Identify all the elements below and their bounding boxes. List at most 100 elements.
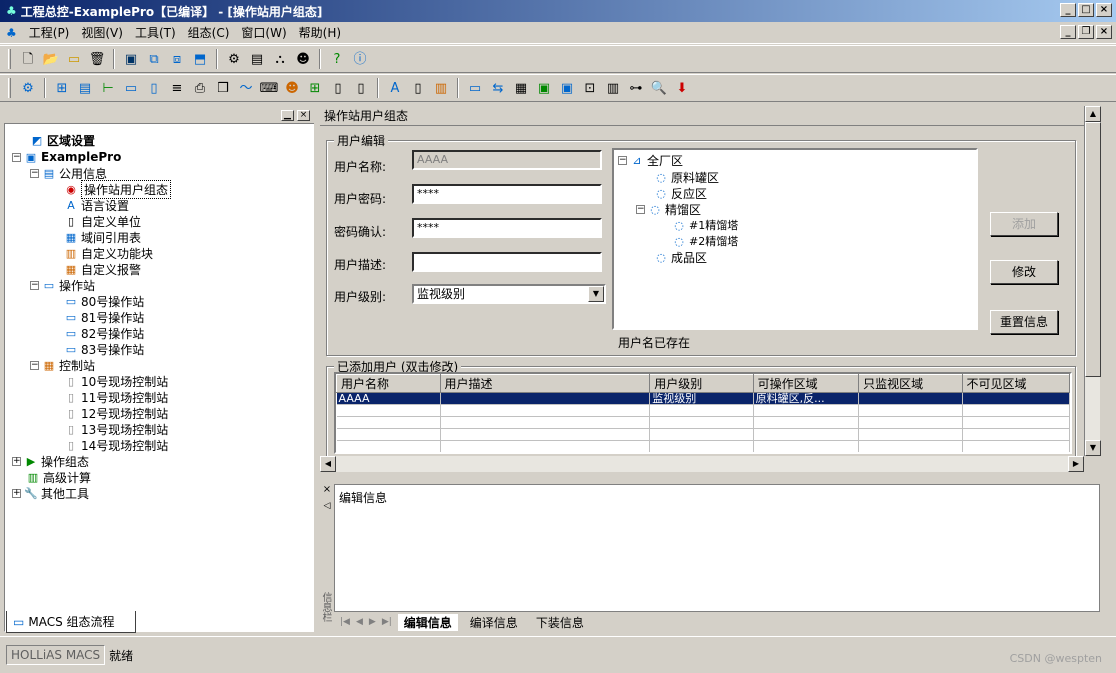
zoom-icon[interactable]: ⊡ bbox=[580, 78, 600, 98]
mdi-close-button[interactable]: × bbox=[1096, 25, 1112, 39]
tab-download-info[interactable]: 下装信息 bbox=[530, 614, 590, 631]
tree-node-op81[interactable]: ▭ 81号操作站 bbox=[64, 309, 144, 325]
menu-view[interactable]: 视图(V) bbox=[75, 23, 129, 43]
table-row[interactable] bbox=[336, 440, 1070, 452]
report-icon[interactable]: ▯ bbox=[351, 78, 371, 98]
tree-node-ctrl[interactable]: − ▦ 控制站 bbox=[30, 357, 95, 373]
col-level[interactable]: 用户级别 bbox=[649, 374, 754, 393]
open-folder-icon[interactable]: 📂 bbox=[41, 49, 61, 69]
users-icon[interactable]: ☻ bbox=[293, 49, 313, 69]
menu-window[interactable]: 窗口(W) bbox=[235, 23, 292, 43]
add-button[interactable]: 添加 bbox=[990, 212, 1058, 236]
tree-node-cs10[interactable]: ▯ 10号现场控制站 bbox=[64, 373, 168, 389]
network-icon[interactable]: ⛬ bbox=[270, 49, 290, 69]
collapse-icon[interactable]: − bbox=[30, 280, 39, 290]
collapse-icon[interactable]: − bbox=[636, 204, 645, 214]
area-node-root[interactable]: − ⊿ 全厂区 bbox=[618, 152, 683, 168]
col-invisible[interactable]: 不可见区域 bbox=[961, 374, 1070, 393]
horizontal-scrollbar[interactable]: ◀ ▶ bbox=[320, 456, 1084, 472]
layout-icon[interactable]: ▥ bbox=[603, 78, 623, 98]
area-node-tower1[interactable]: ◌ #1精馏塔 bbox=[672, 217, 738, 233]
new-file-icon[interactable]: 🗋 bbox=[18, 49, 38, 69]
tab-prev-icon[interactable]: ◀ bbox=[356, 617, 363, 627]
list-icon[interactable]: ▤ bbox=[75, 78, 95, 98]
function-block-icon[interactable]: ▥ bbox=[431, 78, 451, 98]
tree-node-tools[interactable]: + 🔧 其他工具 bbox=[12, 485, 89, 501]
close-button[interactable]: × bbox=[1096, 3, 1112, 17]
panel-icon[interactable]: ▣ bbox=[534, 78, 554, 98]
scroll-up-icon[interactable]: ▲ bbox=[1085, 106, 1101, 122]
unit-icon[interactable]: ▯ bbox=[408, 78, 428, 98]
area-node-distill[interactable]: − ◌ 精馏区 bbox=[636, 201, 701, 217]
collapse-icon[interactable]: − bbox=[618, 155, 627, 165]
expand-icon[interactable]: + bbox=[12, 456, 21, 466]
monitor2-icon[interactable]: ▭ bbox=[465, 78, 485, 98]
tab-last-icon[interactable]: ▶| bbox=[382, 617, 392, 627]
name-field[interactable]: AAAA bbox=[412, 150, 602, 170]
modify-button[interactable]: 修改 bbox=[990, 260, 1058, 284]
scroll-thumb[interactable] bbox=[1085, 122, 1101, 377]
collapse-icon[interactable]: − bbox=[12, 152, 21, 162]
window-icon[interactable]: ❒ bbox=[213, 78, 233, 98]
confirm-password-field[interactable]: **** bbox=[412, 218, 602, 238]
panel-close-button[interactable]: × bbox=[297, 110, 310, 121]
table-row[interactable]: AAAA 监视级别 原料罐区,反... bbox=[336, 392, 1070, 405]
menu-project[interactable]: 工程(P) bbox=[23, 23, 76, 43]
menu-help[interactable]: 帮助(H) bbox=[293, 23, 347, 43]
menu-config[interactable]: 组态(C) bbox=[182, 23, 236, 43]
file-icon[interactable]: ▯ bbox=[328, 78, 348, 98]
trend-icon[interactable]: 〜 bbox=[236, 78, 256, 98]
col-operable[interactable]: 可操作区域 bbox=[752, 374, 860, 393]
settings-icon[interactable]: ⚙ bbox=[224, 49, 244, 69]
tree-node-language[interactable]: A 语言设置 bbox=[64, 197, 129, 213]
tree-node-cs14[interactable]: ▯ 14号现场控制站 bbox=[64, 437, 168, 453]
table-row[interactable] bbox=[336, 404, 1070, 417]
export-icon[interactable]: ⬒ bbox=[190, 49, 210, 69]
area-node-raw[interactable]: ◌ 原料罐区 bbox=[654, 169, 719, 185]
collapse-icon[interactable]: − bbox=[30, 168, 39, 178]
table-row[interactable] bbox=[336, 428, 1070, 441]
save-icon[interactable]: ▣ bbox=[121, 49, 141, 69]
col-description[interactable]: 用户描述 bbox=[439, 374, 651, 393]
table-row[interactable] bbox=[336, 416, 1070, 429]
folder-icon[interactable]: ▭ bbox=[64, 49, 84, 69]
tree-node-unit[interactable]: ▯ 自定义单位 bbox=[64, 213, 141, 229]
help-icon[interactable]: ? bbox=[327, 49, 347, 69]
area-tree[interactable]: − ⊿ 全厂区 ◌ 原料罐区 ◌ 反应区 − ◌ 精馏区 ◌ #1精馏塔 ◌ #2精馏塔 ◌ 成品… bbox=[612, 148, 978, 330]
compile-icon[interactable]: ⚙ bbox=[18, 78, 38, 98]
grid-icon[interactable]: ⊞ bbox=[305, 78, 325, 98]
tree-node-op82[interactable]: ▭ 82号操作站 bbox=[64, 325, 144, 341]
description-field[interactable] bbox=[412, 252, 602, 272]
copy-icon[interactable]: ⧉ bbox=[144, 49, 164, 69]
pin-icon[interactable]: ◁ bbox=[321, 500, 333, 512]
scroll-down-icon[interactable]: ▼ bbox=[1085, 440, 1101, 456]
tab-macs-flow[interactable]: ▭ MACS 组态流程 bbox=[6, 611, 136, 633]
tree-node-opuser[interactable]: ◉ 操作站用户组态 bbox=[64, 179, 172, 199]
panel-minimize-button[interactable]: ▁ bbox=[281, 110, 294, 121]
area-node-product[interactable]: ◌ 成品区 bbox=[654, 249, 707, 265]
chevron-down-icon[interactable]: ▼ bbox=[588, 286, 604, 302]
page-icon[interactable]: ▯ bbox=[144, 78, 164, 98]
tab-edit-info[interactable]: 编辑信息 bbox=[397, 613, 458, 631]
collapse-icon[interactable]: − bbox=[30, 360, 39, 370]
level-select[interactable]: 监视级别 ▼ bbox=[412, 284, 606, 304]
tree-node-alarm[interactable]: ▦ 自定义报警 bbox=[64, 261, 141, 277]
tree-node-ref-table[interactable]: ▦ 域间引用表 bbox=[64, 229, 141, 245]
tab-next-icon[interactable]: ▶ bbox=[369, 617, 376, 627]
scroll-left-icon[interactable]: ◀ bbox=[320, 456, 336, 472]
paste-icon[interactable]: ⧈ bbox=[167, 49, 187, 69]
password-field[interactable]: **** bbox=[412, 184, 602, 204]
minimize-button[interactable]: _ bbox=[1060, 3, 1076, 17]
close-icon[interactable]: × bbox=[321, 484, 333, 496]
scroll-right-icon[interactable]: ▶ bbox=[1068, 456, 1084, 472]
expand-icon[interactable]: + bbox=[12, 488, 21, 498]
download-icon[interactable]: ⬇ bbox=[672, 78, 692, 98]
tree-node-cs12[interactable]: ▯ 12号现场控制站 bbox=[64, 405, 168, 421]
lines-icon[interactable]: ≡ bbox=[167, 78, 187, 98]
monitor-icon[interactable]: ▭ bbox=[121, 78, 141, 98]
tree-node-op83[interactable]: ▭ 83号操作站 bbox=[64, 341, 144, 357]
tree-node-cs13[interactable]: ▯ 13号现场控制站 bbox=[64, 421, 168, 437]
vertical-scrollbar[interactable]: ▲ ▼ bbox=[1084, 106, 1101, 456]
document-icon[interactable]: ▤ bbox=[247, 49, 267, 69]
reset-button[interactable]: 重置信息 bbox=[990, 310, 1058, 334]
